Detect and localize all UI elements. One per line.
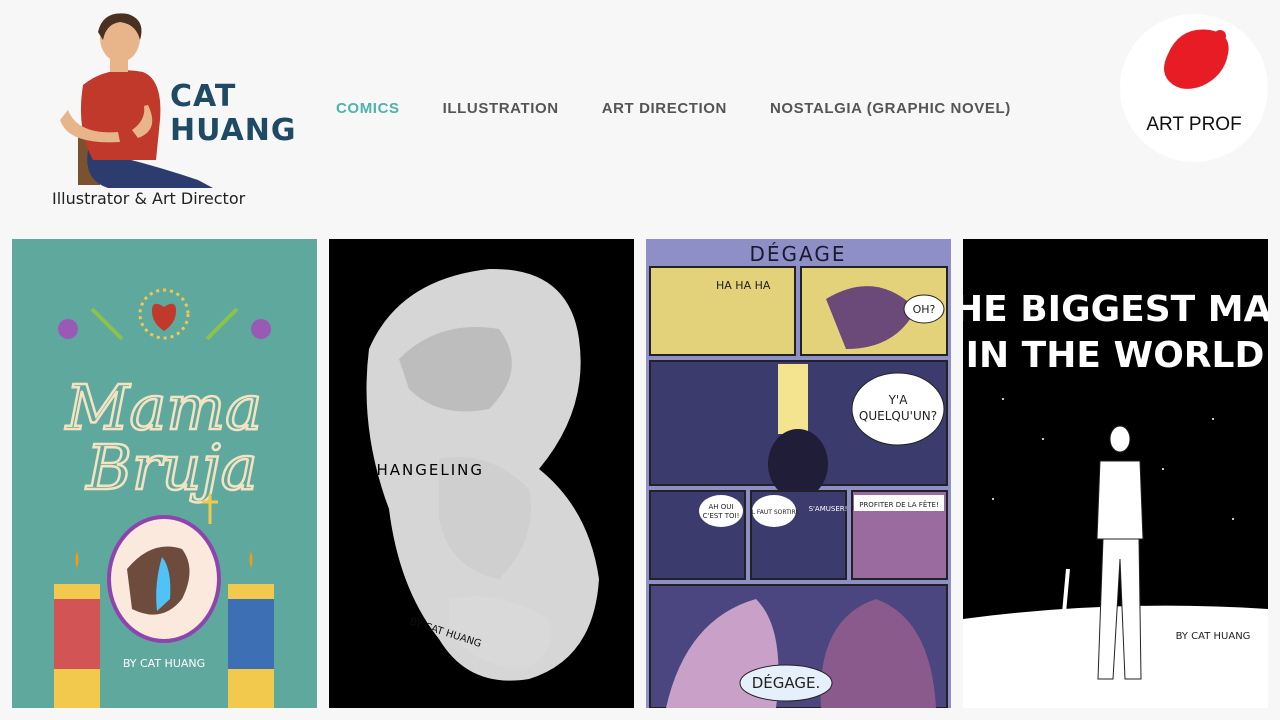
svg-text:HA HA HA: HA HA HA [716,279,771,292]
svg-text:QUELQU'UN?: QUELQU'UN? [859,409,937,423]
cover-title-line2: IN THE WORLD [966,335,1265,376]
comic-card-degage[interactable]: DÉGAGE HA HA HA OH? Y'A QUELQU'UN? AH OU… [646,239,951,708]
main-nav: COMICS ILLUSTRATION ART DIRECTION NOSTAL… [336,100,1054,117]
nav-item-art-direction[interactable]: ART DIRECTION [602,100,727,117]
nav-item-illustration[interactable]: ILLUSTRATION [443,100,559,117]
logo-name: CAT HUANG [170,80,300,148]
svg-text:PROFITER DE LA FÊTE!: PROFITER DE LA FÊTE! [859,500,939,509]
card-byline: BY CAT HUANG [123,657,205,670]
paint-splash-icon [1164,29,1229,89]
svg-text:IL FAUT SORTIR!: IL FAUT SORTIR! [750,509,798,516]
comic-card-changeling[interactable]: CHANGELING BY CAT HUANG [329,239,634,708]
nav-item-nostalgia[interactable]: NOSTALGIA (GRAPHIC NOVEL) [770,100,1011,117]
biggest-man-cover: THE BIGGEST MAN IN THE WORLD BY CAT HUAN… [963,239,1268,708]
svg-text:S'AMUSER!: S'AMUSER! [809,505,848,513]
nav-item-comics[interactable]: COMICS [336,100,400,117]
site-logo[interactable]: CAT HUANG Illustrator & Art Director [48,10,298,215]
svg-text:C'EST TOI!: C'EST TOI! [703,512,740,520]
card-byline: BY CAT HUANG [1176,631,1251,642]
badge-label: ART PROF [1146,114,1242,135]
cover-title-line1: THE BIGGEST MAN [963,289,1268,330]
comic-card-biggest-man[interactable]: THE BIGGEST MAN IN THE WORLD BY CAT HUAN… [963,239,1268,708]
comic-card-mama-bruja[interactable]: Mama Bruja BY CAT HUANG [12,239,317,708]
svg-text:DÉGAGE.: DÉGAGE. [752,673,821,692]
svg-text:OH?: OH? [913,303,936,316]
degage-cover: DÉGAGE HA HA HA OH? Y'A QUELQU'UN? AH OU… [646,239,951,708]
changeling-cover: CHANGELING BY CAT HUANG [329,239,634,708]
cover-title: DÉGAGE [750,242,847,266]
cover-title: CHANGELING [364,461,484,479]
svg-text:Bruja: Bruja [85,431,257,504]
svg-text:Y'A: Y'A [888,393,909,407]
logo-subtitle: Illustrator & Art Director [52,189,246,208]
logo-name-line1: CAT [170,79,237,114]
mama-bruja-cover: Mama Bruja BY CAT HUANG [12,239,317,708]
svg-text:AH OUI: AH OUI [709,503,734,511]
art-prof-badge[interactable]: ART PROF [1120,14,1268,162]
logo-name-line2: HUANG [170,113,297,148]
